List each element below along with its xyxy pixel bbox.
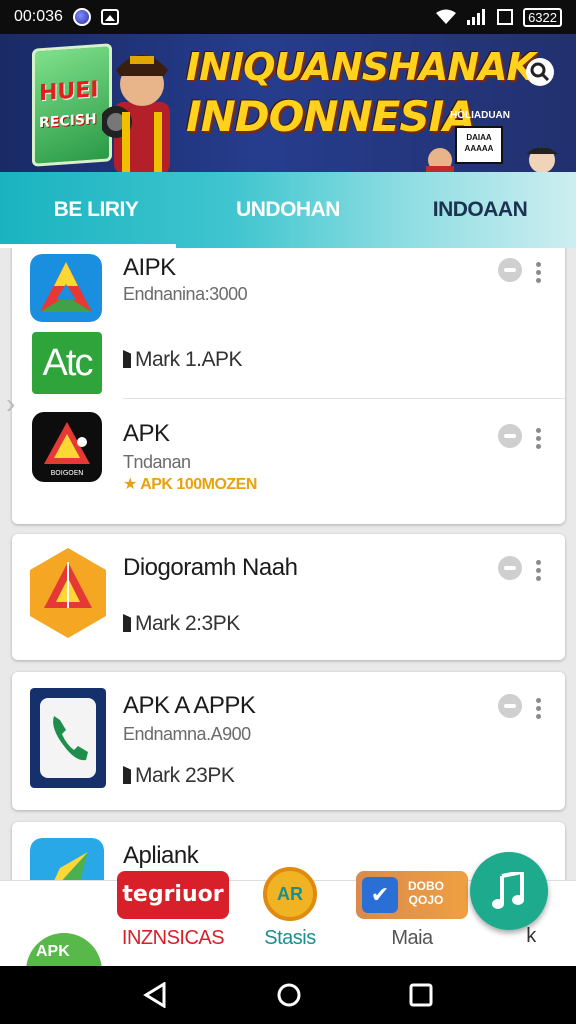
more-options-icon[interactable] bbox=[536, 698, 542, 722]
wifi-icon bbox=[436, 9, 457, 24]
tab-undohan[interactable]: UNDOHAN bbox=[192, 172, 384, 248]
app-size: Mark 23PK bbox=[123, 764, 235, 788]
app-icon-diogoramh bbox=[30, 548, 106, 638]
home-icon[interactable] bbox=[276, 982, 302, 1008]
dock-item-maia[interactable]: ✔ DOBO QOJO Maia bbox=[356, 871, 468, 950]
promo-badge: ★ APK 100MOZEN bbox=[123, 476, 257, 493]
dock-icon: AR bbox=[263, 867, 317, 921]
promo-banner[interactable]: HUEI RECISH INIQUANSHANAK INDONNESIA HOL… bbox=[0, 34, 576, 172]
comment-icon[interactable] bbox=[498, 694, 522, 718]
screen-icon bbox=[497, 9, 514, 25]
dock-label: Maia bbox=[391, 927, 433, 949]
signal-icon bbox=[467, 9, 486, 25]
app-name: Diogoramh Naah bbox=[123, 554, 298, 581]
check-icon: ✔ bbox=[362, 877, 398, 913]
app-icon-atc: Atc bbox=[32, 332, 102, 394]
comment-icon[interactable] bbox=[498, 424, 522, 448]
app-icon-apk: BOIGOEN bbox=[32, 412, 102, 482]
search-icon[interactable] bbox=[526, 58, 554, 86]
list-item[interactable]: Atc Mark 1.APK bbox=[12, 328, 565, 408]
list-item[interactable]: BOIGOEN APK Tndanan ★ APK 100MOZEN bbox=[12, 402, 565, 522]
comment-icon[interactable] bbox=[498, 258, 522, 282]
app-name: APK A APPK bbox=[123, 692, 256, 719]
tab-indoaan[interactable]: INDOAAN bbox=[384, 172, 576, 248]
more-options-icon[interactable] bbox=[536, 428, 542, 452]
app-name: APK bbox=[123, 420, 170, 447]
battery-indicator: 6322 bbox=[523, 7, 562, 27]
dock-icon: ✔ DOBO QOJO bbox=[356, 871, 468, 919]
dock-label: Stasis bbox=[264, 927, 316, 949]
more-options-icon[interactable] bbox=[536, 262, 542, 286]
app-subtitle: Endnanina:3000 bbox=[123, 284, 248, 304]
app-card[interactable]: APK A APPK Endnamna.A900 Mark 23PK bbox=[12, 672, 565, 810]
banner-character-image bbox=[102, 55, 170, 172]
app-subtitle: Endnamna.A900 bbox=[123, 724, 251, 744]
app-icon-aipk bbox=[30, 254, 102, 322]
app-size: Mark 1.APK bbox=[123, 348, 243, 372]
dock-label: INZNSICAS bbox=[121, 927, 225, 949]
app-list[interactable]: AIPK Endnanina:3000 Atc Mark 1.APK BOIGO… bbox=[0, 248, 576, 880]
list-item[interactable]: AIPK Endnanina:3000 bbox=[12, 248, 565, 328]
status-bar: 00:036 6322 bbox=[0, 0, 576, 34]
system-nav-bar bbox=[0, 966, 576, 1024]
dock-item-stasis[interactable]: AR Stasis bbox=[244, 867, 336, 950]
app-name: AIPK bbox=[123, 254, 176, 281]
more-options-icon[interactable] bbox=[536, 560, 542, 584]
app-name: Apliank bbox=[123, 842, 199, 869]
banner-sign-image: HUEI RECISH bbox=[32, 43, 112, 167]
recents-icon[interactable] bbox=[408, 982, 434, 1008]
comment-icon[interactable] bbox=[498, 556, 522, 580]
dock-label: k bbox=[526, 925, 536, 947]
app-subtitle: Tndanan bbox=[123, 452, 191, 472]
app-card[interactable]: AIPK Endnanina:3000 Atc Mark 1.APK BOIGO… bbox=[12, 248, 565, 524]
banner-figures-image bbox=[426, 147, 558, 172]
app-notification-icon bbox=[72, 8, 91, 26]
chevron-right-icon[interactable]: › bbox=[6, 388, 15, 420]
divider bbox=[123, 398, 565, 399]
banner-title: INIQUANSHANAK INDONNESIA bbox=[186, 45, 536, 141]
tab-be-liriy[interactable]: BE LIRIY bbox=[0, 172, 192, 248]
dock-item-k[interactable]: k bbox=[516, 925, 546, 948]
clock: 00:036 bbox=[14, 8, 63, 25]
app-icon-apliank bbox=[30, 838, 104, 880]
dock-icon: tegriuor bbox=[117, 871, 229, 919]
back-icon[interactable] bbox=[142, 982, 168, 1008]
svg-text:BOIGOEN: BOIGOEN bbox=[51, 469, 84, 477]
music-note-icon bbox=[492, 872, 524, 909]
music-fab-button[interactable] bbox=[470, 852, 548, 930]
dock-item-inznsicas[interactable]: tegriuor INZNSICAS bbox=[108, 871, 238, 950]
app-size: Mark 2:3PK bbox=[123, 612, 240, 636]
category-tabs: BE LIRIY UNDOHAN INDOAAN bbox=[0, 172, 576, 248]
gallery-notification-icon bbox=[100, 9, 119, 25]
banner-caption: HOLIADUAN bbox=[450, 110, 510, 121]
app-card[interactable]: Diogoramh Naah Mark 2:3PK bbox=[12, 534, 565, 660]
app-icon-phone bbox=[30, 688, 106, 788]
